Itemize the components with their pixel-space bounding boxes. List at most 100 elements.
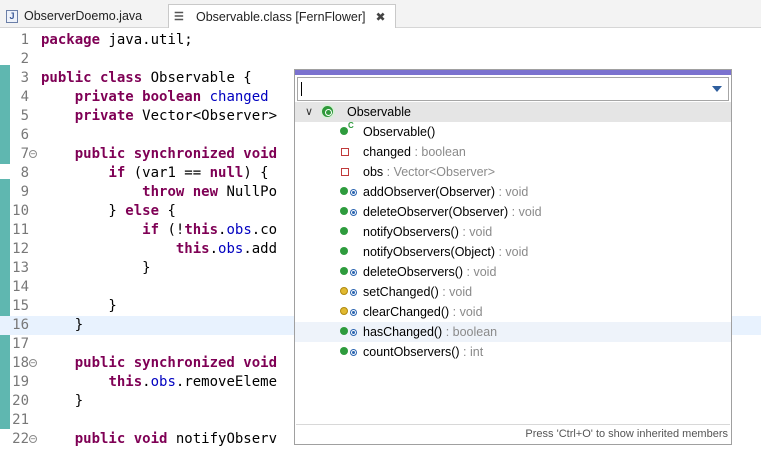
outline-member-label: Observable() — [363, 125, 435, 139]
public-method-icon — [340, 247, 348, 255]
line-number: 16 — [12, 317, 29, 333]
line-number: 5 — [20, 108, 29, 124]
line-number: 7 — [20, 146, 29, 162]
fold-toggle-icon[interactable]: − — [29, 359, 37, 367]
code-text: } — [41, 298, 117, 314]
outline-member[interactable]: notifyObservers(Object) : void — [295, 242, 731, 262]
protected-method-icon — [340, 287, 348, 295]
line-number: 6 — [20, 127, 29, 143]
outline-member-label: notifyObservers(Object) : void — [363, 245, 528, 259]
member-type: : void — [495, 185, 529, 199]
protected-method-icon — [340, 307, 348, 315]
line-number: 13 — [12, 260, 29, 276]
tab-label: Observable.class [FernFlower] — [196, 9, 366, 24]
fold-toggle-icon[interactable]: − — [29, 435, 37, 443]
member-name: changed — [363, 145, 411, 159]
outline-member[interactable]: deleteObservers() : void — [295, 262, 731, 282]
code-text: package java.util; — [41, 32, 193, 48]
outline-member-label: hasChanged() : boolean — [363, 325, 497, 339]
outline-member-label: obs : Vector<Observer> — [363, 165, 495, 179]
member-name: notifyObservers(Object) — [363, 245, 495, 259]
line-number: 21 — [12, 412, 29, 428]
outline-member[interactable]: countObservers() : int — [295, 342, 731, 362]
outline-member[interactable]: deleteObserver(Observer) : void — [295, 202, 731, 222]
line-number: 18 — [12, 355, 29, 371]
tab-label: ObserverDoemo.java — [24, 9, 143, 23]
member-name: notifyObservers() — [363, 225, 459, 239]
outline-member[interactable]: clearChanged() : void — [295, 302, 731, 322]
view-menu-dropdown-icon[interactable] — [712, 86, 722, 92]
code-text: throw new NullPo — [142, 184, 278, 200]
member-name: countObservers() — [363, 345, 460, 359]
outline-root-class[interactable]: ∨ Observable — [295, 102, 731, 122]
editor-tab-bar: J ObserverDoemo.java ☰ Observable.class … — [0, 0, 761, 28]
member-name: hasChanged() — [363, 325, 443, 339]
public-method-icon — [340, 227, 348, 235]
member-type: : void — [494, 245, 529, 259]
line-number: 1 — [20, 32, 29, 48]
member-name: setChanged() — [363, 285, 439, 299]
tab-observer-demo[interactable]: J ObserverDoemo.java — [2, 4, 164, 28]
public-method-icon — [340, 327, 348, 335]
line-number: 3 — [20, 70, 29, 86]
outline-filter-input[interactable] — [297, 77, 729, 101]
override-marker-icon — [350, 289, 357, 296]
override-marker-icon — [350, 349, 357, 356]
line-number: 19 — [12, 374, 29, 390]
member-name: obs — [363, 165, 384, 179]
code-line[interactable]: 1 package java.util; — [0, 31, 761, 50]
code-text: private Vector<Observer> — [74, 108, 278, 124]
member-type: : boolean — [410, 145, 466, 159]
popup-title-strip — [295, 70, 731, 75]
member-type: : void — [508, 205, 542, 219]
outline-member[interactable]: setChanged() : void — [295, 282, 731, 302]
outline-member[interactable]: hasChanged() : boolean — [295, 322, 731, 342]
code-text: } — [41, 393, 84, 409]
outline-member[interactable]: changed : boolean — [295, 142, 731, 162]
code-text: this.obs.removeEleme — [108, 374, 278, 390]
outline-member[interactable]: obs : Vector<Observer> — [295, 162, 731, 182]
chevron-down-icon[interactable]: ∨ — [305, 105, 313, 118]
line-number: 8 — [20, 165, 29, 181]
private-field-icon — [341, 148, 349, 156]
outline-member-label: countObservers() : int — [363, 345, 483, 359]
member-type: : int — [459, 345, 484, 359]
line-number: 22 — [12, 431, 29, 447]
code-text: } — [41, 317, 84, 333]
outline-root-label: Observable — [347, 105, 411, 119]
member-type: : void — [463, 265, 497, 279]
outline-member-label: setChanged() : void — [363, 285, 472, 299]
fold-toggle-icon[interactable]: − — [29, 150, 37, 158]
line-number: 12 — [12, 241, 29, 257]
public-method-icon — [340, 267, 348, 275]
class-file-icon: ☰ — [174, 10, 184, 23]
member-name: deleteObservers() — [363, 265, 464, 279]
quick-outline-popup: ∨ Observable C Observable() changed : boolea… — [294, 69, 732, 445]
member-name: deleteObserver(Observer) — [363, 205, 509, 219]
code-line[interactable]: 2 — [0, 50, 761, 69]
outline-member[interactable]: addObserver(Observer) : void — [295, 182, 731, 202]
member-type: : void — [458, 225, 493, 239]
outline-member-label: changed : boolean — [363, 145, 466, 159]
code-text: if (var1 == null) { — [108, 165, 269, 181]
line-number: 17 — [12, 336, 29, 352]
override-marker-icon — [350, 209, 357, 216]
code-text: public void notifyObserv — [74, 431, 278, 447]
code-text: if (!this.obs.co — [142, 222, 278, 238]
class-icon — [320, 104, 335, 119]
inherited-members-hint: Press 'Ctrl+O' to show inherited members — [525, 428, 728, 440]
tab-observable-class[interactable]: ☰ Observable.class [FernFlower] ✖ — [168, 4, 396, 28]
member-name: Observable() — [363, 125, 436, 139]
outline-member[interactable]: C Observable() — [295, 121, 731, 142]
popup-footer: Press 'Ctrl+O' to show inherited members — [296, 424, 730, 443]
code-text: public class Observable { — [41, 70, 252, 86]
member-type: : void — [438, 285, 473, 299]
outline-member[interactable]: notifyObservers() : void — [295, 222, 731, 242]
outline-member-label: clearChanged() : void — [363, 305, 483, 319]
java-file-icon: J — [6, 9, 18, 23]
line-number: 11 — [12, 222, 29, 238]
close-tab-icon[interactable]: ✖ — [376, 10, 386, 24]
code-text: private boolean changed — [74, 89, 269, 105]
outline-member-label: addObserver(Observer) : void — [363, 185, 528, 199]
member-name: clearChanged() — [363, 305, 450, 319]
